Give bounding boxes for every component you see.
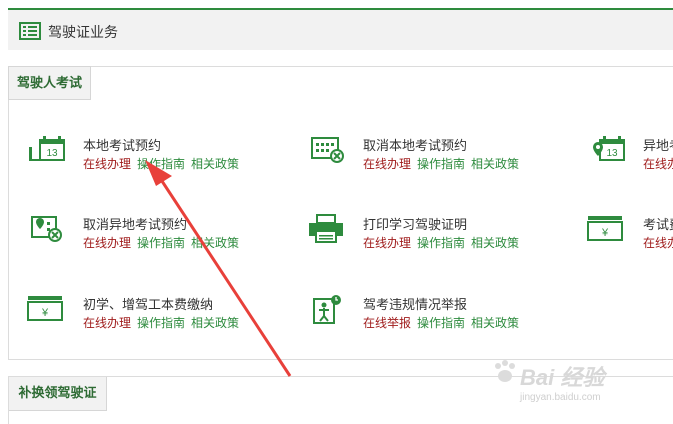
service-cancel-remote-exam: 取消异地考试预约 在线办理 操作指南 相关政策 [27,214,287,254]
service-violation-report: 驾考违规情况举报 在线举报 操作指南 相关政策 [307,294,567,334]
policy-link[interactable]: 相关政策 [191,316,239,330]
guide-link[interactable]: 操作指南 [137,236,185,250]
watermark: Bai 经验 jingyan.baidu.com [490,352,660,416]
online-link[interactable]: 在线办理 [363,236,411,250]
online-link[interactable]: 在线办 [643,236,673,250]
service-name[interactable]: 异地考 [643,135,673,154]
calendar-location-icon: 13 [587,135,627,171]
guide-link[interactable]: 操作指南 [137,157,185,171]
policy-link[interactable]: 相关政策 [191,236,239,250]
service-links: 在线办理 操作指南 相关政策 [83,314,245,331]
money-icon: ¥ [587,214,627,250]
svg-text:¥: ¥ [41,307,49,319]
service-links: 在线办 [643,234,673,251]
online-link[interactable]: 在线办 [643,157,673,171]
online-link[interactable]: 在线办理 [363,157,411,171]
watermark-sub: jingyan.baidu.com [520,392,601,403]
policy-link[interactable]: 相关政策 [191,157,239,171]
paw-icon [495,360,515,382]
service-name[interactable]: 取消本地考试预约 [363,135,467,154]
online-link[interactable]: 在线办理 [83,316,131,330]
service-cancel-local-exam: 取消本地考试预约 在线办理 操作指南 相关政策 [307,135,567,175]
policy-link[interactable]: 相关政策 [471,157,519,171]
tab-driver-exam[interactable]: 驾驶人考试 [8,66,91,100]
online-report-link[interactable]: 在线举报 [363,316,411,330]
report-icon [307,294,347,330]
service-links: 在线办理 操作指南 相关政策 [363,155,525,172]
section-header: 驾驶证业务 [8,8,673,50]
guide-link[interactable]: 操作指南 [137,316,185,330]
service-fee-payment: ¥ 初学、增驾工本费缴纳 在线办理 操作指南 相关政策 [27,294,287,334]
service-local-exam-booking: 13 本地考试预约 在线办理 操作指南 相关政策 [27,135,287,175]
online-link[interactable]: 在线办理 [83,236,131,250]
guide-link[interactable]: 操作指南 [417,316,465,330]
svg-text:13: 13 [606,148,618,159]
money-icon: ¥ [27,294,67,330]
printer-icon [307,214,347,250]
page-title: 驾驶证业务 [48,24,118,40]
watermark-text: Bai 经验 [520,365,605,390]
svg-text:13: 13 [46,148,58,159]
guide-link[interactable]: 操作指南 [417,157,465,171]
tab-license-replace[interactable]: 补换领驾驶证 [9,377,107,411]
calendar-location-cancel-icon [27,214,67,250]
service-name[interactable]: 取消异地考试预约 [83,214,187,233]
svg-text:¥: ¥ [601,227,609,239]
service-name[interactable]: 本地考试预约 [83,135,161,154]
online-link[interactable]: 在线办理 [83,157,131,171]
service-print-learning-permit: 打印学习驾驶证明 在线办理 操作指南 相关政策 [307,214,567,254]
service-links: 在线办理 操作指南 相关政策 [363,234,525,251]
service-name[interactable]: 初学、增驾工本费缴纳 [83,294,213,313]
service-links: 在线举报 操作指南 相关政策 [363,314,525,331]
policy-link[interactable]: 相关政策 [471,316,519,330]
service-name[interactable]: 驾考违规情况举报 [363,294,467,313]
service-remote-exam-booking: 13 异地考 在线办 [587,135,673,175]
service-links: 在线办理 操作指南 相关政策 [83,234,245,251]
service-exam-fee: ¥ 考试费 在线办 [587,214,673,254]
policy-link[interactable]: 相关政策 [471,236,519,250]
list-icon [19,22,41,43]
service-name[interactable]: 打印学习驾驶证明 [363,214,467,233]
service-name[interactable]: 考试费 [643,214,673,233]
calendar-cancel-icon [307,135,347,171]
service-links: 在线办理 操作指南 相关政策 [83,155,245,172]
service-links: 在线办 [643,155,673,172]
guide-link[interactable]: 操作指南 [417,236,465,250]
calendar-icon: 13 [27,135,67,171]
